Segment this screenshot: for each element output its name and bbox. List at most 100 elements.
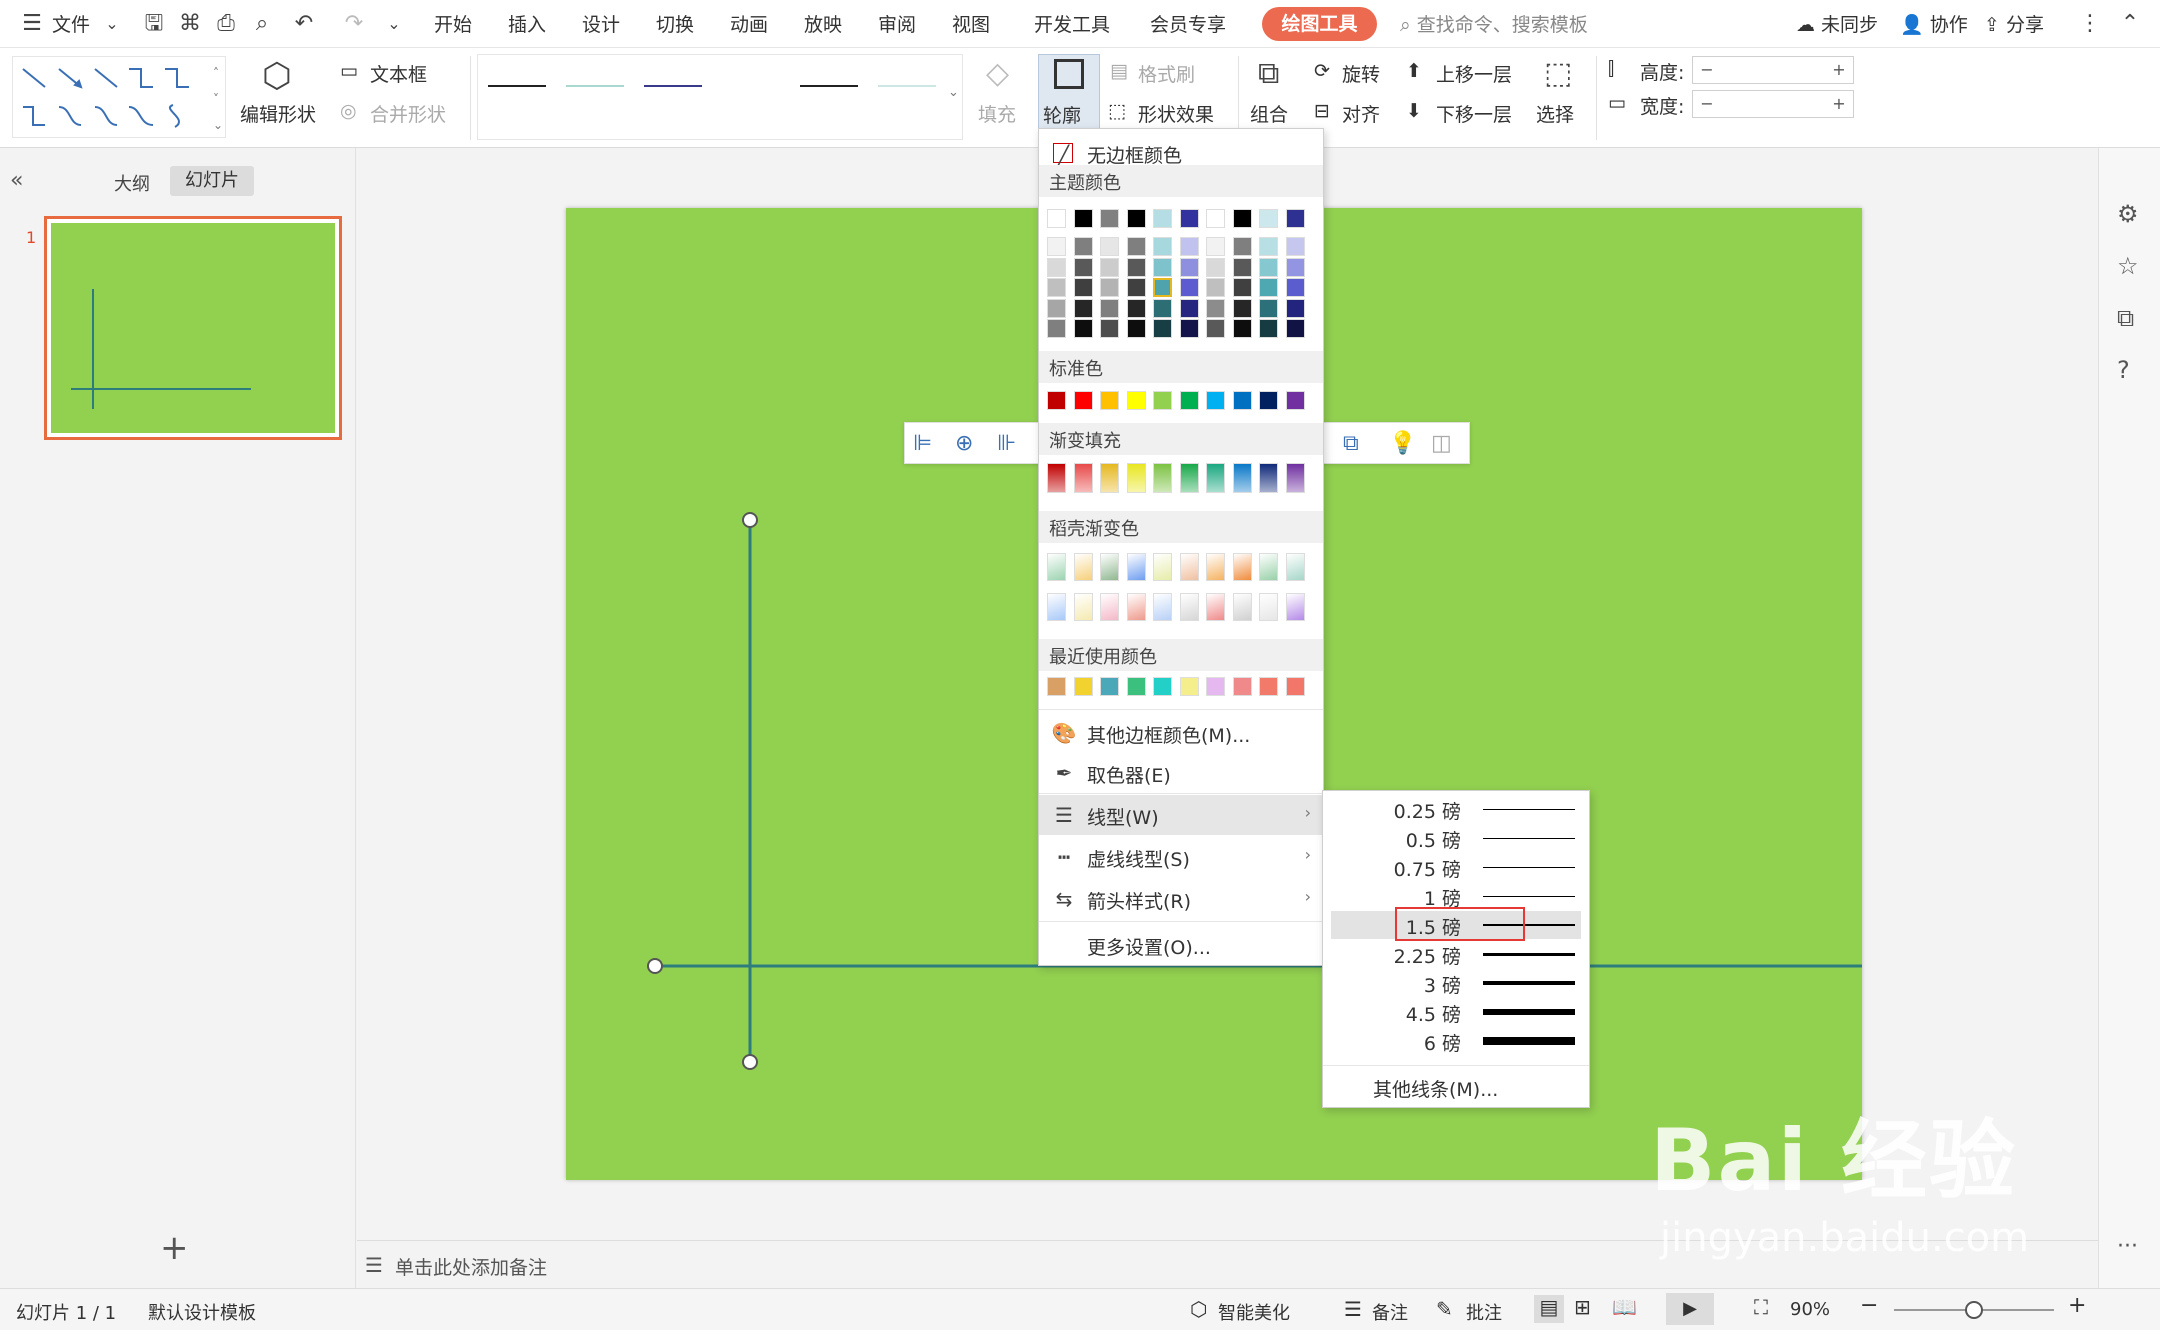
theme-color-swatch[interactable] [1047,209,1066,228]
docer-gradient-swatch[interactable] [1285,593,1305,621]
gradient-fill-swatch[interactable] [1232,463,1252,493]
line-weight-option[interactable]: 0.25 磅 [1331,795,1581,823]
share-button[interactable]: ⇪ 分享 [1984,10,2044,37]
menu-item-line-weight[interactable]: ☰ 线型(W) › [1039,795,1323,835]
merge-shape-icon[interactable]: ◎ [340,100,357,122]
docer-gradient-swatch[interactable] [1100,553,1119,581]
slide-layout-icon[interactable]: ⧉ [2117,304,2134,332]
theme-color-swatch[interactable] [1179,237,1199,256]
docer-gradient-swatch[interactable] [1259,593,1278,621]
recent-color-swatch[interactable] [1285,677,1305,696]
theme-color-swatch[interactable] [1073,209,1093,228]
docer-gradient-swatch[interactable] [1126,593,1146,621]
theme-color-swatch[interactable] [1232,257,1252,277]
width-decrease[interactable]: − [1693,91,1721,117]
tab-drawing-tools[interactable]: 绘图工具 [1262,7,1377,41]
theme-color-swatch[interactable] [1126,319,1146,338]
rotate-button[interactable]: 旋转 [1342,60,1380,87]
gradient-fill-swatch[interactable] [1153,463,1172,493]
theme-color-swatch[interactable] [1232,298,1252,318]
theme-color-swatch[interactable] [1206,237,1225,256]
theme-color-swatch[interactable] [1179,278,1199,297]
theme-color-swatch[interactable] [1073,237,1093,256]
collapse-panel-icon[interactable]: « [10,168,23,193]
theme-color-swatch[interactable] [1259,298,1278,318]
gradient-fill-swatch[interactable] [1206,463,1225,493]
recent-color-swatch[interactable] [1126,677,1146,696]
line-style-sample[interactable] [488,85,546,87]
theme-color-swatch[interactable] [1073,257,1093,277]
docer-gradient-swatch[interactable] [1206,553,1225,581]
docer-gradient-swatch[interactable] [1100,593,1119,621]
help-icon[interactable]: ? [2117,356,2130,384]
edit-shape-button[interactable]: 编辑形状 [240,100,316,127]
rotate-icon[interactable]: ⟳ [1314,60,1330,82]
width-stepper[interactable]: − + [1692,90,1854,118]
height-decrease[interactable]: − [1693,57,1721,83]
theme-color-swatch[interactable] [1047,237,1066,256]
tab-slides[interactable]: 幻灯片 [170,166,254,196]
docer-gradient-swatch[interactable] [1285,553,1305,581]
theme-color-swatch[interactable] [1259,319,1278,338]
theme-color-swatch[interactable] [1232,237,1252,256]
line-weight-option[interactable]: 0.5 磅 [1331,824,1581,852]
docer-gradient-swatch[interactable] [1073,553,1093,581]
docer-gradient-swatch[interactable] [1179,593,1199,621]
resize-handle[interactable] [647,958,663,974]
send-backward-icon[interactable]: ⬇ [1406,100,1422,122]
add-slide-button[interactable]: + [160,1228,189,1268]
recent-color-swatch[interactable] [1073,677,1093,696]
docer-gradient-swatch[interactable] [1232,553,1252,581]
recent-color-swatch[interactable] [1232,677,1252,696]
theme-color-swatch[interactable] [1285,278,1305,297]
line-style-sample[interactable] [878,85,936,87]
standard-color-swatch[interactable] [1232,391,1252,410]
align-icon[interactable]: ⊟ [1314,100,1330,122]
group-icon[interactable]: ⧉ [1258,56,1279,91]
standard-color-swatch[interactable] [1126,391,1146,410]
width-increase[interactable]: + [1825,91,1853,117]
tab-view[interactable]: 视图 [952,10,990,37]
gradient-fill-swatch[interactable] [1126,463,1146,493]
group-objects-icon[interactable]: ⧉ [1343,431,1359,456]
standard-color-swatch[interactable] [1047,391,1066,410]
shape-effect-icon[interactable]: ⬚ [1108,100,1126,122]
normal-view-icon[interactable]: ▤ [1534,1295,1564,1323]
theme-color-swatch[interactable] [1285,209,1305,228]
gradient-fill-swatch[interactable] [1259,463,1278,493]
gradient-fill-swatch[interactable] [1100,463,1119,493]
gradient-fill-swatch[interactable] [1285,463,1305,493]
theme-color-swatch[interactable] [1047,278,1066,297]
layout-icon[interactable]: ◫ [1431,431,1452,456]
collaborate-button[interactable]: 👤 协作 [1900,10,1968,37]
tab-outline[interactable]: 大纲 [114,170,150,196]
line-weight-option[interactable]: 0.75 磅 [1331,853,1581,881]
theme-color-swatch[interactable] [1153,319,1172,338]
align-right-icon[interactable]: ⊪ [997,431,1016,456]
theme-color-swatch[interactable] [1126,278,1146,297]
height-increase[interactable]: + [1825,57,1853,83]
theme-color-swatch[interactable] [1179,209,1199,228]
merge-shape-button[interactable]: 合并形状 [370,100,446,127]
theme-color-swatch[interactable] [1100,319,1119,338]
theme-color-swatch[interactable] [1232,209,1252,228]
line-style-sample[interactable] [566,85,624,87]
more-lines-option[interactable]: 其他线条(M)... [1373,1075,1498,1102]
tab-review[interactable]: 审阅 [878,10,916,37]
docer-gradient-swatch[interactable] [1047,593,1066,621]
align-center-icon[interactable]: ⊕ [955,431,973,456]
save-icon[interactable]: 🖫 [140,10,168,38]
line-weight-option[interactable]: 3 磅 [1331,969,1581,997]
docer-gradient-swatch[interactable] [1126,553,1146,581]
zoom-slider[interactable] [1894,1301,2054,1319]
shape-effect-button[interactable]: 形状效果 [1138,100,1214,127]
properties-icon[interactable]: ⚙ [2117,200,2139,228]
theme-color-swatch[interactable] [1153,257,1172,277]
line-style-sample[interactable] [722,85,780,87]
standard-color-swatch[interactable] [1100,391,1119,410]
fill-button[interactable]: 填充 [978,100,1016,127]
reading-view-icon[interactable]: 📖 [1612,1295,1637,1319]
standard-color-swatch[interactable] [1259,391,1278,410]
line-weight-option[interactable]: 1.5 磅 [1331,907,1581,941]
line-style-gallery[interactable]: ⌄ [477,54,963,140]
